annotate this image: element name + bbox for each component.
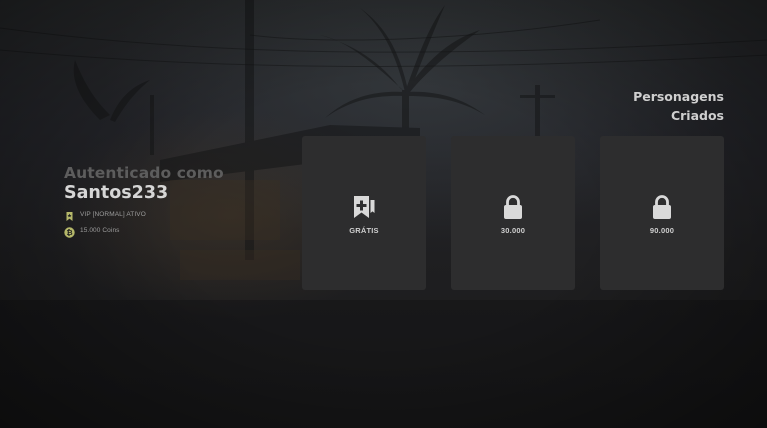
bitcoin-coin-icon: ₿ bbox=[64, 225, 75, 238]
coins-text: 15.000 Coins bbox=[80, 227, 120, 234]
character-slot-free[interactable]: GRÁTIS bbox=[302, 136, 426, 290]
slot-price-label: 30.000 bbox=[500, 226, 526, 235]
username: Santos233 bbox=[64, 183, 169, 203]
slot-price-label: GRÁTIS bbox=[349, 226, 379, 235]
characters-title-line2: Criados bbox=[670, 107, 724, 123]
lock-icon bbox=[649, 194, 675, 220]
bookmark-icon bbox=[64, 209, 75, 221]
auth-panel: Autenticado como Santos233 VIP [NORMAL] … bbox=[64, 164, 294, 238]
coins-row: ₿ 15.000 Coins bbox=[64, 225, 294, 238]
characters-title-line1: Personagens bbox=[633, 89, 724, 104]
character-slot-locked-1[interactable]: 30.000 bbox=[451, 136, 575, 290]
vip-status-row: VIP [NORMAL] ATIVO bbox=[64, 209, 294, 221]
svg-text:₿: ₿ bbox=[66, 228, 72, 237]
vip-status-text: VIP [NORMAL] ATIVO bbox=[80, 211, 146, 218]
auth-label: Autenticado como bbox=[64, 164, 224, 182]
slot-price-label: 90.000 bbox=[649, 226, 675, 235]
characters-title: Personagens Criados bbox=[633, 88, 724, 125]
lock-icon bbox=[500, 194, 526, 220]
bookmark-plus-icon bbox=[351, 194, 377, 220]
character-slot-locked-2[interactable]: 90.000 bbox=[600, 136, 724, 290]
character-select-screen: Autenticado como Santos233 VIP [NORMAL] … bbox=[0, 0, 767, 428]
